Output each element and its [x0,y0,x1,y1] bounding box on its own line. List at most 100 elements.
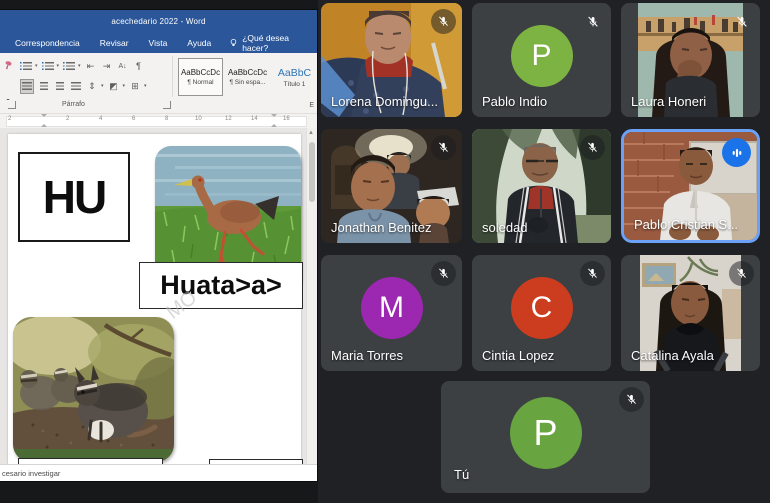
style-titulo1[interactable]: AaBbC Título 1 [272,58,317,96]
participant-name: Pablo Cristian S... [634,217,738,232]
ribbon-group-labels: Párrafo E [0,100,317,114]
tile-maria[interactable]: M Maria Torres [321,255,462,371]
tile-pablo-cristian[interactable]: Pablo Cristian S... [621,129,760,243]
line-spacing-caret[interactable]: ▾ [101,83,104,89]
partial-box-right [209,459,303,464]
document-page[interactable]: HU [8,134,301,464]
tile-catalina[interactable]: Catalina Ayala [621,255,760,371]
right-indent-marker[interactable] [271,114,278,125]
viscacha-image [13,317,174,462]
participant-name: Lorena Domingu... [331,94,438,109]
ruler-num: 16 [283,116,290,122]
increase-indent-icon[interactable]: ⇥ [101,60,113,73]
format-painter-icon[interactable] [4,61,13,70]
ruler-num: 6 [132,116,135,122]
word-title-bar: acechedario 2022 - Word [0,10,317,32]
lightbulb-icon [229,38,238,47]
borders-caret[interactable]: ▾ [144,83,147,89]
tab-correspondencia[interactable]: Correspondencia [5,32,90,53]
style-sin-espaciado-sample: AaBbCcDc [228,68,267,77]
scroll-up-arrow[interactable]: ▲ [308,130,314,136]
align-center-icon[interactable] [38,80,50,93]
muted-badge [580,9,605,34]
paragraph-dialog-launcher-icon[interactable] [163,101,171,109]
multilevel-list-icon[interactable] [63,60,75,73]
tile-jonathan[interactable]: Jonathan Benitez [321,129,462,243]
bullet-list-caret[interactable]: ▾ [35,63,38,69]
avatar-initial: M [379,291,404,325]
mic-off-icon [735,267,748,280]
paragraph-group: ▾ ▾ ▾ ⇤ ⇥ A↓ ¶ ⇕▾ ◩▾ ⊞▾ [20,58,166,94]
tile-you[interactable]: P Tú [441,381,650,493]
line-spacing-icon[interactable]: ⇕ [86,80,98,93]
ribbon: ▾ ▾ ▾ ▾ ⇤ ⇥ A↓ ¶ ⇕▾ ◩▾ [0,53,317,100]
horizontal-ruler: 2 2 4 6 8 10 12 14 16 [0,114,317,128]
sort-icon[interactable]: A↓ [117,60,129,73]
tile-laura[interactable]: Laura Honeri [621,3,760,117]
letter-card-text: HU [43,170,105,224]
align-left-icon[interactable] [20,79,34,94]
participant-name: Maria Torres [331,348,403,363]
ruler-num: 10 [195,116,202,122]
avatar: P [510,397,582,469]
ruler-num: 12 [225,116,232,122]
ruler-bar [6,116,307,127]
ruler-num: 2 [66,116,69,122]
tile-lorena[interactable]: Lorena Domingu... [321,3,462,117]
tab-ayuda[interactable]: Ayuda [177,32,221,53]
mic-off-icon [735,15,749,29]
mic-off-icon [437,141,450,154]
tell-me-label: ¿Qué desea hacer? [242,33,317,53]
scrollbar-thumb[interactable] [309,142,315,202]
muted-badge [431,135,456,160]
avatar-initial: P [531,39,551,73]
tell-me-box[interactable]: ¿Qué desea hacer? [221,33,317,53]
align-right-icon[interactable] [54,80,66,93]
ruler-num: 8 [165,116,168,122]
muted-badge [619,387,644,412]
tile-soledad[interactable]: soledad [472,129,611,243]
borders-icon[interactable]: ⊞ [129,80,141,93]
numbered-list-icon[interactable] [42,60,54,73]
shading-caret[interactable]: ▾ [123,83,126,89]
indent-marker[interactable] [41,114,48,125]
multilevel-list-caret[interactable]: ▾ [78,63,81,69]
mic-off-icon [437,15,450,28]
tile-pablo-indio[interactable]: P Pablo Indio [472,3,611,117]
muted-badge [729,9,754,34]
style-normal-sample: AaBbCcDc [181,68,220,77]
pilcrow-icon[interactable]: ¶ [133,60,145,73]
muted-badge [431,9,456,34]
muted-badge [729,261,754,286]
justify-icon[interactable] [70,80,82,93]
ruler-num: 14 [251,116,258,122]
avatar-initial: P [533,412,557,454]
decrease-indent-icon[interactable]: ⇤ [85,60,97,73]
participant-name: Laura Honeri [631,94,706,109]
vertical-scrollbar[interactable]: ▲ [306,128,317,464]
group-separator [172,56,173,97]
avatar-initial: C [531,291,553,325]
window-title: acechedario 2022 - Word [111,17,205,26]
shading-icon[interactable]: ◩ [108,80,120,93]
bullet-list-icon[interactable] [20,60,32,73]
muted-badge [580,261,605,286]
numbered-list-caret[interactable]: ▾ [57,63,60,69]
style-normal[interactable]: AaBbCcDc ¶ Normal [178,58,223,96]
participant-name: Catalina Ayala [631,348,714,363]
tab-revisar[interactable]: Revisar [90,32,139,53]
style-sin-espaciado-name: ¶ Sin espa... [229,79,265,86]
avatar: P [511,25,573,87]
partial-box-left [18,458,163,464]
participant-name: Pablo Indio [482,94,547,109]
word-card-box: Huata>a> [139,262,303,309]
tile-cintia[interactable]: C Cintia Lopez [472,255,611,371]
avatar: M [361,277,423,339]
letter-card-box: HU [18,152,130,242]
participant-name: Tú [454,467,469,482]
tab-vista[interactable]: Vista [139,32,178,53]
dialog-launcher-icon[interactable] [8,101,16,109]
styles-gallery: AaBbCcDc ¶ Normal AaBbCcDc ¶ Sin espa...… [178,56,317,100]
style-sin-espaciado[interactable]: AaBbCcDc ¶ Sin espa... [225,58,270,96]
mic-off-icon [586,267,599,280]
